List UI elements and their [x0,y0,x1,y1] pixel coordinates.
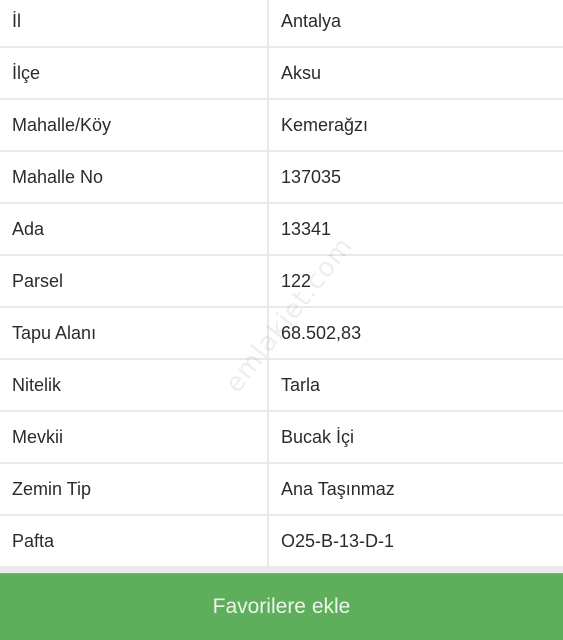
row-label: Ada [0,204,267,254]
row-value: Aksu [269,48,563,98]
add-to-favorites-button[interactable]: Favorilere ekle [0,573,563,640]
row-label: Mahalle No [0,152,267,202]
row-label: İlçe [0,48,267,98]
row-label: Zemin Tip [0,464,267,514]
row-label: Mahalle/Köy [0,100,267,150]
row-value: Antalya [269,0,563,46]
table-row: Nitelik Tarla [0,360,563,410]
row-value: O25-B-13-D-1 [269,516,563,566]
table-row: Mevkii Bucak İçi [0,412,563,462]
table-row: İlçe Aksu [0,48,563,98]
row-value: Bucak İçi [269,412,563,462]
row-label: Mevkii [0,412,267,462]
table-row: Parsel 122 [0,256,563,306]
row-value: 137035 [269,152,563,202]
table-row: Mahalle/Köy Kemerağzı [0,100,563,150]
table-row: Pafta O25-B-13-D-1 [0,516,563,566]
row-label: Nitelik [0,360,267,410]
table-row: Mahalle No 137035 [0,152,563,202]
table-row: Tapu Alanı 68.502,83 [0,308,563,358]
property-details-screen: İl Antalya İlçe Aksu Mahalle/Köy Kemerağ… [0,0,563,640]
row-value: 13341 [269,204,563,254]
table-row: Ada 13341 [0,204,563,254]
row-value: 68.502,83 [269,308,563,358]
row-value: 122 [269,256,563,306]
row-value: Tarla [269,360,563,410]
row-label: Parsel [0,256,267,306]
property-details-table: İl Antalya İlçe Aksu Mahalle/Köy Kemerağ… [0,0,563,568]
row-label: Tapu Alanı [0,308,267,358]
row-value: Kemerağzı [269,100,563,150]
table-row: Zemin Tip Ana Taşınmaz [0,464,563,514]
row-label: Pafta [0,516,267,566]
table-row: İl Antalya [0,0,563,46]
row-label: İl [0,0,267,46]
row-value: Ana Taşınmaz [269,464,563,514]
